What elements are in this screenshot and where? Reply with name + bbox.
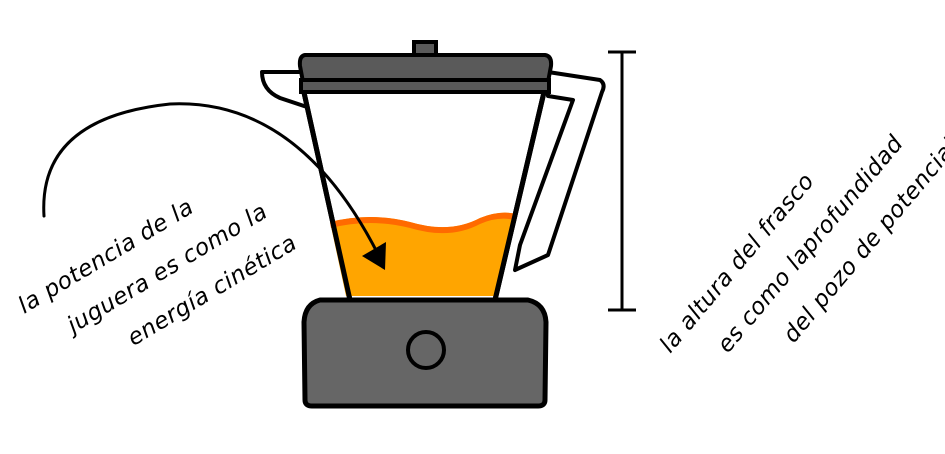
knob-icon[interactable] <box>406 330 446 370</box>
right-annotation: la altura del frasco es como laprofundid… <box>655 131 945 358</box>
left-annotation: la potencia de la juguera es como la ene… <box>14 194 302 351</box>
blender-lid <box>297 53 554 84</box>
lid-band <box>299 78 551 94</box>
blender-diagram: la potencia de la juguera es como la ene… <box>14 40 945 409</box>
height-bracket-icon <box>608 50 636 312</box>
